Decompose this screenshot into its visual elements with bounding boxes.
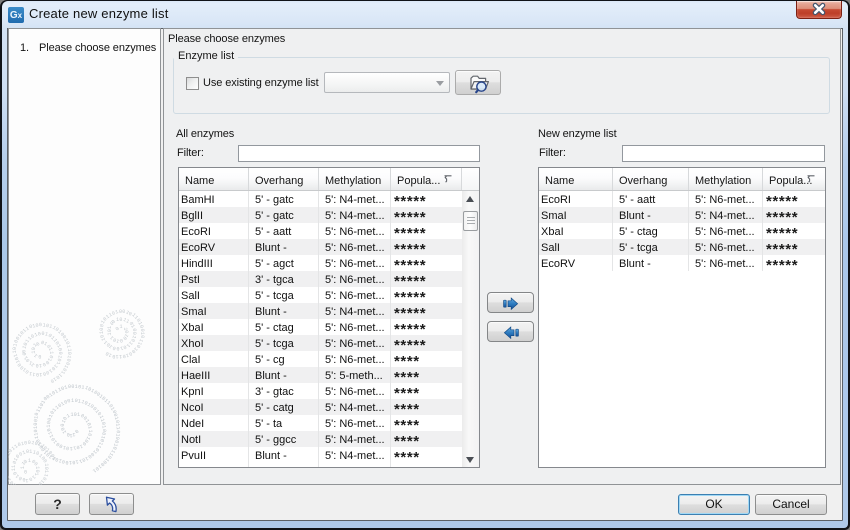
svg-text:011010010110100101101001011010: 0110100101101001011010010110100101101001… [8,28,72,384]
svg-text:011010010110100101101001011010: 0110100101101001011010010110100101101001… [8,28,121,474]
svg-text:011010010110100101101001011010: 0110100101101001011010010110100101101001… [8,28,145,359]
